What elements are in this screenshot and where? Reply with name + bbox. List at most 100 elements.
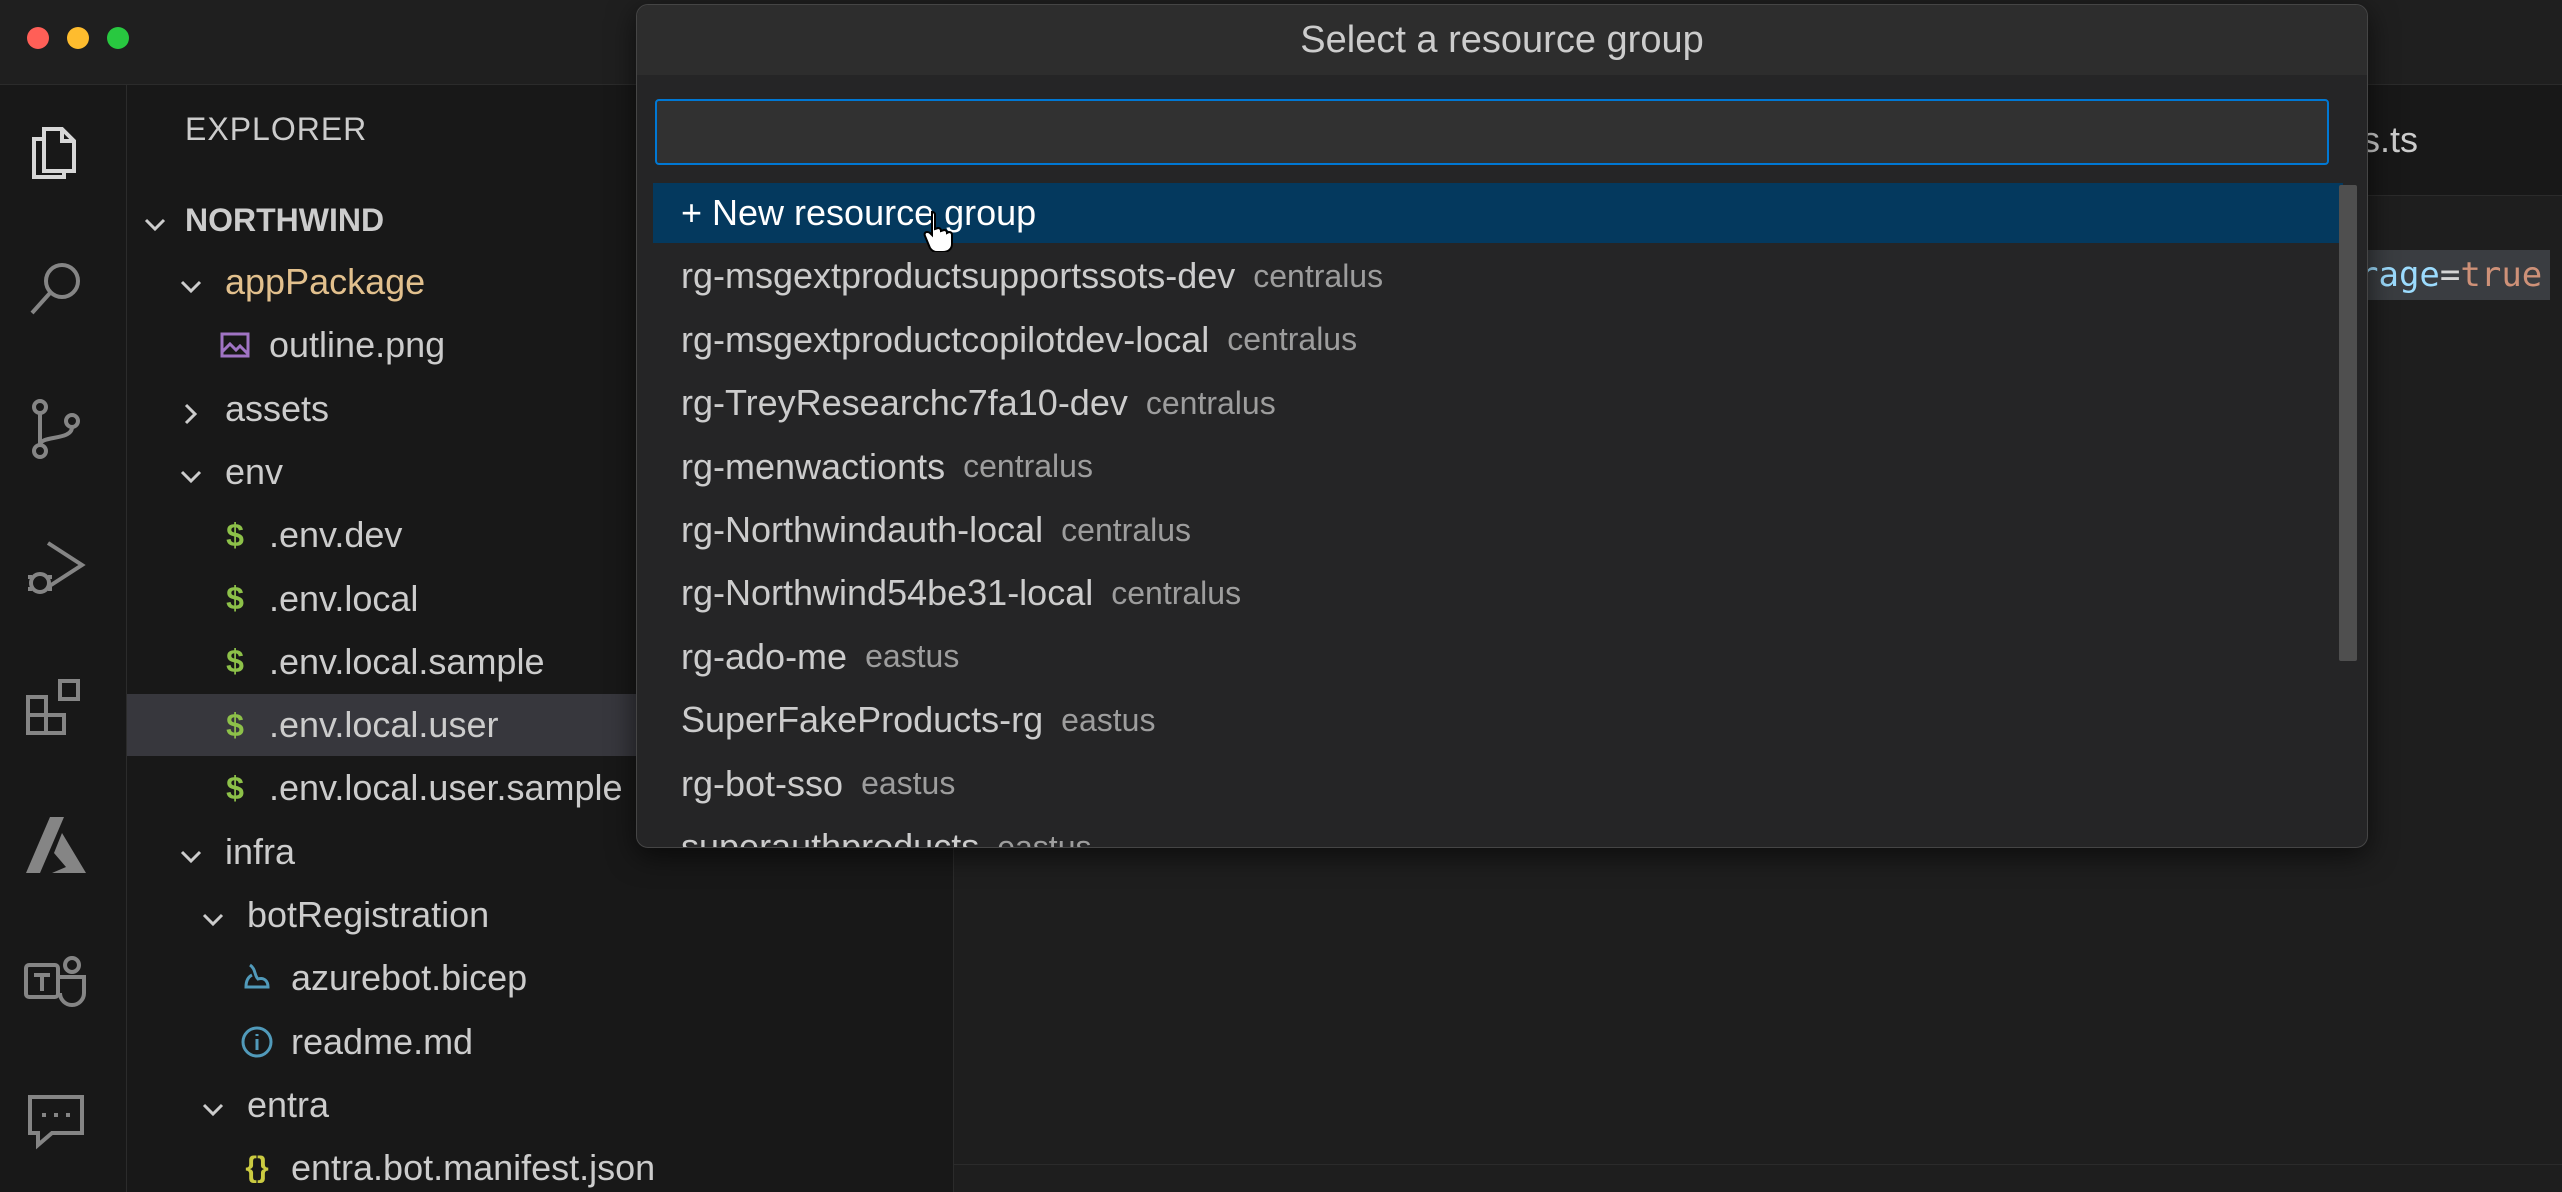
teams-activity-button[interactable] <box>18 945 94 1021</box>
info-icon <box>239 1024 275 1060</box>
workspace-name: NORTHWIND <box>185 201 385 238</box>
tree-item-label: entra <box>247 1083 330 1125</box>
quick-pick-input[interactable] <box>655 99 2329 165</box>
resource-group-option[interactable]: SuperFakeProducts-rg eastus <box>653 690 2343 750</box>
tree-file-item[interactable]: {} entra.bot.manifest.json <box>127 1137 953 1192</box>
extensions-icon <box>26 679 80 735</box>
explorer-activity-button[interactable] <box>18 115 94 191</box>
bicep-file-icon <box>239 960 275 996</box>
chevron-down-icon <box>177 458 205 486</box>
minimize-window-button[interactable] <box>67 27 89 49</box>
resource-group-option[interactable]: rg-msgextproductsupportssots-dev centralu… <box>653 246 2343 306</box>
azure-icon <box>26 817 86 873</box>
hand-pointer-icon <box>923 210 953 252</box>
resource-group-option[interactable]: rg-msgextproductcopilotdev-local centralu… <box>653 310 2343 370</box>
resource-group-option[interactable]: rg-Northwindauth-local centralus <box>653 500 2343 560</box>
chevron-down-icon <box>199 901 227 929</box>
source-control-icon <box>32 399 80 459</box>
resource-group-option[interactable]: rg-bot-sso eastus <box>653 754 2343 814</box>
chevron-right-icon <box>177 395 205 424</box>
option-label: rg-Northwindauth-local <box>681 509 1044 550</box>
resource-group-option[interactable]: rg-Northwind54be31-local centralus <box>653 563 2343 623</box>
option-region: centralus <box>1145 384 1276 421</box>
option-region: centralus <box>1227 321 1358 358</box>
tree-item-label: .env.dev <box>269 514 403 556</box>
chevron-down-icon <box>199 1091 227 1119</box>
chevron-down-icon <box>177 838 205 866</box>
tree-item-label: infra <box>225 830 296 872</box>
panel-divider <box>954 1164 2562 1165</box>
option-region: centralus <box>1253 257 1384 294</box>
tree-folder-item[interactable]: botRegistration <box>127 884 953 946</box>
option-region: eastus <box>861 765 956 802</box>
option-label: rg-menwactionts <box>681 445 946 487</box>
option-label: superauthproducts <box>681 826 980 848</box>
tree-folder-item[interactable]: entra <box>127 1074 953 1136</box>
tree-item-label: entra.bot.manifest.json <box>291 1147 656 1189</box>
resource-group-option[interactable]: superauthproducts eastus <box>653 817 2343 848</box>
option-label: rg-Northwind54be31-local <box>681 572 1094 614</box>
source-control-activity-button[interactable] <box>18 391 94 467</box>
env-file-icon: $ <box>226 516 244 553</box>
env-file-icon: $ <box>226 643 244 680</box>
option-region: eastus <box>997 828 1092 848</box>
option-label: rg-msgextproductcopilotdev-local <box>681 318 1210 360</box>
resource-group-option[interactable]: rg-menwactionts centralus <box>653 437 2343 497</box>
image-file-icon <box>217 327 253 363</box>
search-icon <box>30 263 80 315</box>
env-file-icon: $ <box>226 580 244 616</box>
tree-item-label: assets <box>225 387 330 429</box>
tree-item-label: readme.md <box>291 1020 474 1062</box>
code-token: = <box>2439 255 2461 295</box>
resource-group-quick-pick: Select a resource group + New resource g… <box>636 4 2368 848</box>
tree-item-label: .env.local.user <box>269 704 499 746</box>
close-window-button[interactable] <box>27 27 49 49</box>
option-region: centralus <box>1111 574 1242 611</box>
option-label: rg-ado-me <box>681 635 848 677</box>
resource-group-option[interactable]: rg-TreyResearchc7fa10-dev centralus <box>653 373 2343 433</box>
option-label: rg-TreyResearchc7fa10-dev <box>681 382 1128 424</box>
code-line: rage = true <box>2340 250 2551 300</box>
json-file-icon: {} <box>245 1151 269 1185</box>
files-icon <box>32 127 76 179</box>
tree-item-label: .env.local.user.sample <box>269 767 623 809</box>
chevron-down-icon <box>177 268 205 296</box>
resource-group-option[interactable]: rg-ado-me eastus <box>653 627 2343 687</box>
option-region: centralus <box>963 448 1093 485</box>
quick-pick-scrollbar[interactable] <box>2339 185 2357 661</box>
chat-feedback-icon <box>28 1095 84 1150</box>
explorer-title: EXPLORER <box>185 111 368 147</box>
tree-file-item[interactable]: readme.md <box>127 1011 953 1073</box>
code-token: rage <box>2358 255 2440 295</box>
option-label: SuperFakeProducts-rg <box>681 699 1044 741</box>
new-resource-group-option[interactable]: + New resource group <box>653 183 2343 243</box>
run-debug-icon <box>28 541 86 594</box>
option-region: eastus <box>865 638 960 675</box>
maximize-window-button[interactable] <box>107 27 129 49</box>
option-label: + New resource group <box>681 192 1037 233</box>
activity-bar <box>0 85 127 1192</box>
tree-item-label: botRegistration <box>247 894 490 935</box>
extensions-activity-button[interactable] <box>18 669 94 745</box>
chevron-down-icon <box>141 206 169 234</box>
run-debug-activity-button[interactable] <box>18 531 94 607</box>
search-activity-button[interactable] <box>18 251 94 327</box>
tree-file-item[interactable]: azurebot.bicep <box>127 947 953 1009</box>
option-region: centralus <box>1061 511 1192 548</box>
tree-item-label: outline.png <box>269 324 446 366</box>
option-region: eastus <box>1061 701 1156 738</box>
option-label: rg-msgextproductsupportssots-dev <box>681 255 1236 297</box>
env-file-icon: $ <box>226 706 244 743</box>
code-token: true <box>2460 255 2543 295</box>
env-file-icon: $ <box>226 769 244 806</box>
tree-item-label: .env.local <box>269 577 419 619</box>
tree-item-label: env <box>225 450 284 492</box>
feedback-activity-button[interactable] <box>18 1083 94 1159</box>
tree-item-label: appPackage <box>225 261 426 302</box>
option-label: rg-bot-sso <box>681 762 844 804</box>
tree-item-label: .env.local.sample <box>269 640 545 682</box>
azure-activity-button[interactable] <box>18 807 94 883</box>
teams-icon <box>24 956 86 1007</box>
tree-item-label: azurebot.bicep <box>291 957 528 999</box>
quick-pick-title: Select a resource group <box>637 5 2367 75</box>
